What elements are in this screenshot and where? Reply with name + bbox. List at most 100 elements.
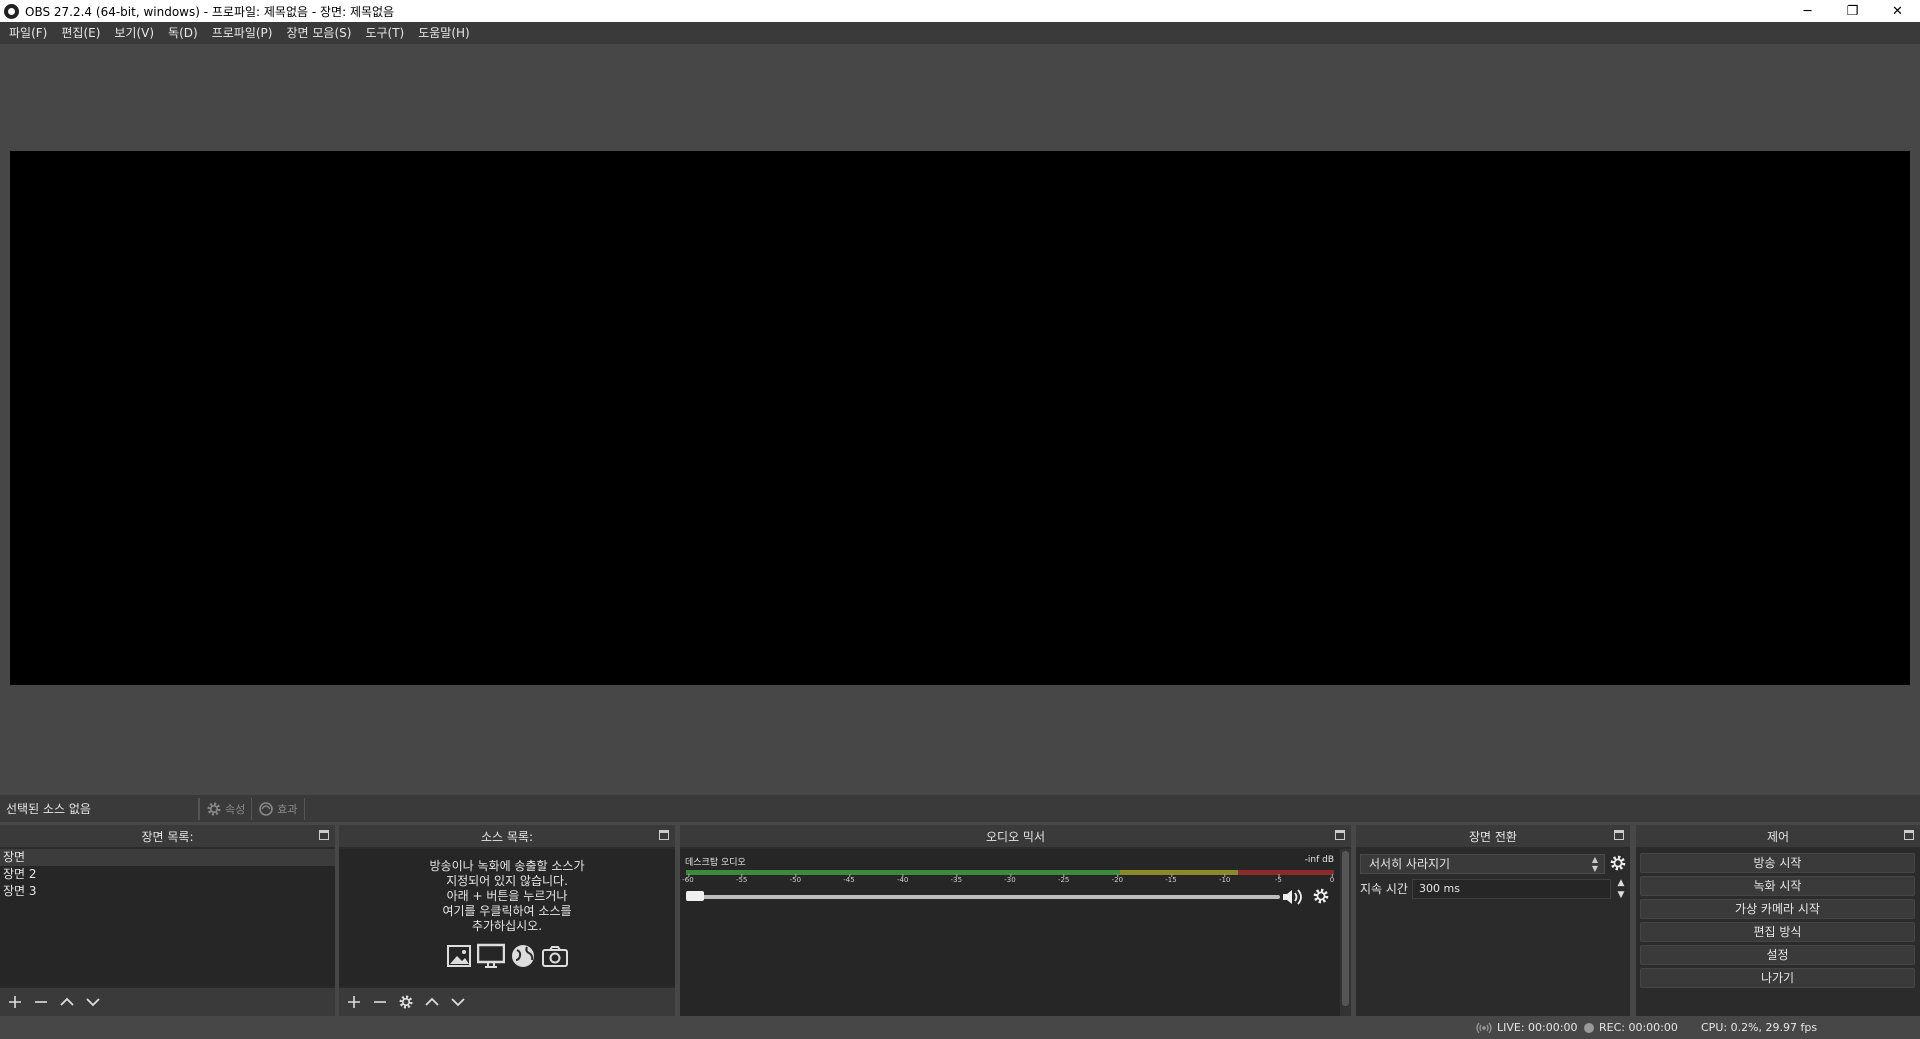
- move-source-up-button[interactable]: [421, 991, 443, 1013]
- start-streaming-button[interactable]: 방송 시작: [1640, 853, 1915, 873]
- minus-icon: [374, 1001, 386, 1003]
- scenes-dock-title: 장면 목록:: [141, 829, 194, 844]
- hint-line: 여기를 우클릭하여 소스를: [442, 904, 572, 918]
- gear-icon: [207, 802, 221, 815]
- window-controls: ─ ❐ ✕: [1785, 0, 1920, 22]
- rec-timer: REC: 00:00:00: [1599, 1021, 1678, 1034]
- audio-mixer-dock-header: 오디오 믹서: [680, 825, 1351, 847]
- meter-tick-label: -20: [1111, 874, 1124, 884]
- restore-button[interactable]: ❐: [1830, 0, 1875, 22]
- scenes-dock: 장면 목록: 장면 장면 2 장면 3: [0, 825, 335, 1016]
- gear-icon[interactable]: [1312, 887, 1330, 905]
- meter-tick-label: -10: [1218, 874, 1231, 884]
- undock-icon[interactable]: [319, 830, 329, 840]
- add-scene-button[interactable]: [4, 991, 26, 1013]
- duration-label: 지속 시간: [1360, 882, 1408, 896]
- undock-icon[interactable]: [659, 830, 669, 840]
- filters-label: 효과: [277, 802, 298, 816]
- menu-tools[interactable]: 도구(T): [358, 22, 411, 44]
- camera-icon: [541, 942, 569, 970]
- speaker-icon[interactable]: [1281, 887, 1305, 907]
- display-icon: [477, 942, 505, 970]
- start-recording-button[interactable]: 녹화 시작: [1640, 876, 1915, 896]
- scenes-dock-header: 장면 목록:: [0, 825, 335, 847]
- title-bar: OBS 27.2.4 (64-bit, windows) - 프로파일: 제목없…: [0, 0, 1920, 22]
- properties-button[interactable]: 속성: [199, 797, 251, 820]
- menu-view[interactable]: 보기(V): [107, 22, 161, 44]
- obs-logo-icon: [4, 3, 19, 19]
- image-icon: [445, 942, 473, 970]
- controls-dock-title: 제어: [1766, 829, 1790, 844]
- volume-slider[interactable]: [686, 895, 1280, 899]
- meter-tick-label: 0: [1329, 874, 1335, 884]
- menu-bar: 파일(F) 편집(E) 보기(V) 독(D) 프로파일(P) 장면 모음(S) …: [0, 22, 1920, 44]
- close-button[interactable]: ✕: [1875, 0, 1920, 22]
- filters-button[interactable]: 효과: [251, 797, 303, 820]
- mixer-scrollbar-thumb[interactable]: [1342, 851, 1349, 1006]
- duration-field[interactable]: 300 ms: [1412, 879, 1611, 899]
- sources-dock-header: 소스 목록:: [339, 825, 675, 847]
- studio-mode-button[interactable]: 편집 방식: [1640, 922, 1915, 942]
- settings-button[interactable]: 설정: [1640, 945, 1915, 965]
- gear-icon[interactable]: [1609, 854, 1627, 872]
- volume-slider-handle[interactable]: [686, 891, 704, 901]
- scene-item[interactable]: 장면 3: [0, 883, 335, 900]
- meter-tick-label: -55: [735, 874, 748, 884]
- mixer-scrollbar[interactable]: [1340, 849, 1351, 1016]
- undock-icon[interactable]: [1335, 830, 1345, 840]
- remove-source-button[interactable]: [369, 991, 391, 1013]
- minus-icon: [35, 1001, 47, 1003]
- undock-icon[interactable]: [1614, 830, 1624, 840]
- source-properties-button[interactable]: [395, 991, 417, 1013]
- menu-edit[interactable]: 편집(E): [54, 22, 107, 44]
- properties-label: 속성: [225, 802, 246, 816]
- menu-profile[interactable]: 프로파일(P): [205, 22, 280, 44]
- add-source-button[interactable]: [343, 991, 365, 1013]
- menu-docks[interactable]: 독(D): [161, 22, 205, 44]
- minimize-button[interactable]: ─: [1785, 0, 1830, 22]
- source-type-icons: [339, 942, 675, 970]
- context-separator: [303, 797, 305, 820]
- sources-list[interactable]: 방송이나 녹화에 송출할 소스가 지정되어 있지 않습니다. 아래 + 버튼을 …: [339, 849, 675, 986]
- meter-tick-label: -45: [843, 874, 855, 884]
- menu-help[interactable]: 도움말(H): [411, 22, 477, 44]
- filter-icon: [259, 801, 274, 816]
- undock-icon[interactable]: [1904, 830, 1914, 840]
- chevron-up-icon: [425, 997, 439, 1006]
- meter-tick-label: -25: [1057, 874, 1070, 884]
- hint-line: 추가하십시오.: [471, 919, 543, 933]
- exit-button[interactable]: 나가기: [1640, 968, 1915, 988]
- remove-scene-button[interactable]: [30, 991, 52, 1013]
- duration-spinner[interactable]: ▲ ▼: [1615, 877, 1627, 901]
- live-status: LIVE: 00:00:00: [1476, 1016, 1577, 1039]
- scene-list: 장면 장면 2 장면 3: [0, 849, 335, 986]
- scene-item[interactable]: 장면: [0, 849, 335, 866]
- transitions-dock-title: 장면 전환: [1469, 829, 1517, 844]
- start-virtual-camera-button[interactable]: 가상 카메라 시작: [1640, 899, 1915, 919]
- menu-scene-collection[interactable]: 장면 모음(S): [279, 22, 358, 44]
- move-source-down-button[interactable]: [447, 991, 469, 1013]
- window-title: OBS 27.2.4 (64-bit, windows) - 프로파일: 제목없…: [25, 4, 395, 19]
- hint-line: 아래 + 버튼을 누르거나: [446, 889, 568, 903]
- meter-tick-label: -60: [682, 874, 694, 884]
- context-bar: 선택된 소스 없음 속성 효과: [0, 795, 1920, 822]
- preview-canvas[interactable]: [10, 151, 1910, 685]
- move-scene-up-button[interactable]: [56, 991, 78, 1013]
- no-source-selected-label: 선택된 소스 없음: [6, 802, 91, 816]
- sources-empty-hint: 방송이나 녹화에 송출할 소스가 지정되어 있지 않습니다. 아래 + 버튼을 …: [339, 849, 675, 934]
- scene-item[interactable]: 장면 2: [0, 866, 335, 883]
- move-scene-down-button[interactable]: [82, 991, 104, 1013]
- sources-dock-title: 소스 목록:: [480, 829, 534, 844]
- meter-tick-label: -30: [1004, 874, 1016, 884]
- meter-tick-label: -35: [950, 874, 963, 884]
- menu-file[interactable]: 파일(F): [2, 22, 54, 44]
- chevron-down-icon: [451, 998, 465, 1007]
- broadcast-icon: [1476, 1022, 1492, 1033]
- meter-tick-label: -15: [1165, 874, 1177, 884]
- meter-yellow-zone: [1120, 870, 1238, 875]
- mixer-channel: 데스크탑 오디오 -inf dB -60 -55 -50 -45 -40 -35 -30 -2…: [680, 849, 1340, 1016]
- scenes-toolbar: [0, 988, 335, 1016]
- channel-db-readout: -inf dB: [1304, 855, 1334, 865]
- rec-status: REC: 00:00:00: [1584, 1016, 1678, 1039]
- transition-select[interactable]: 서서히 사라지기 ▲ ▼: [1360, 854, 1605, 874]
